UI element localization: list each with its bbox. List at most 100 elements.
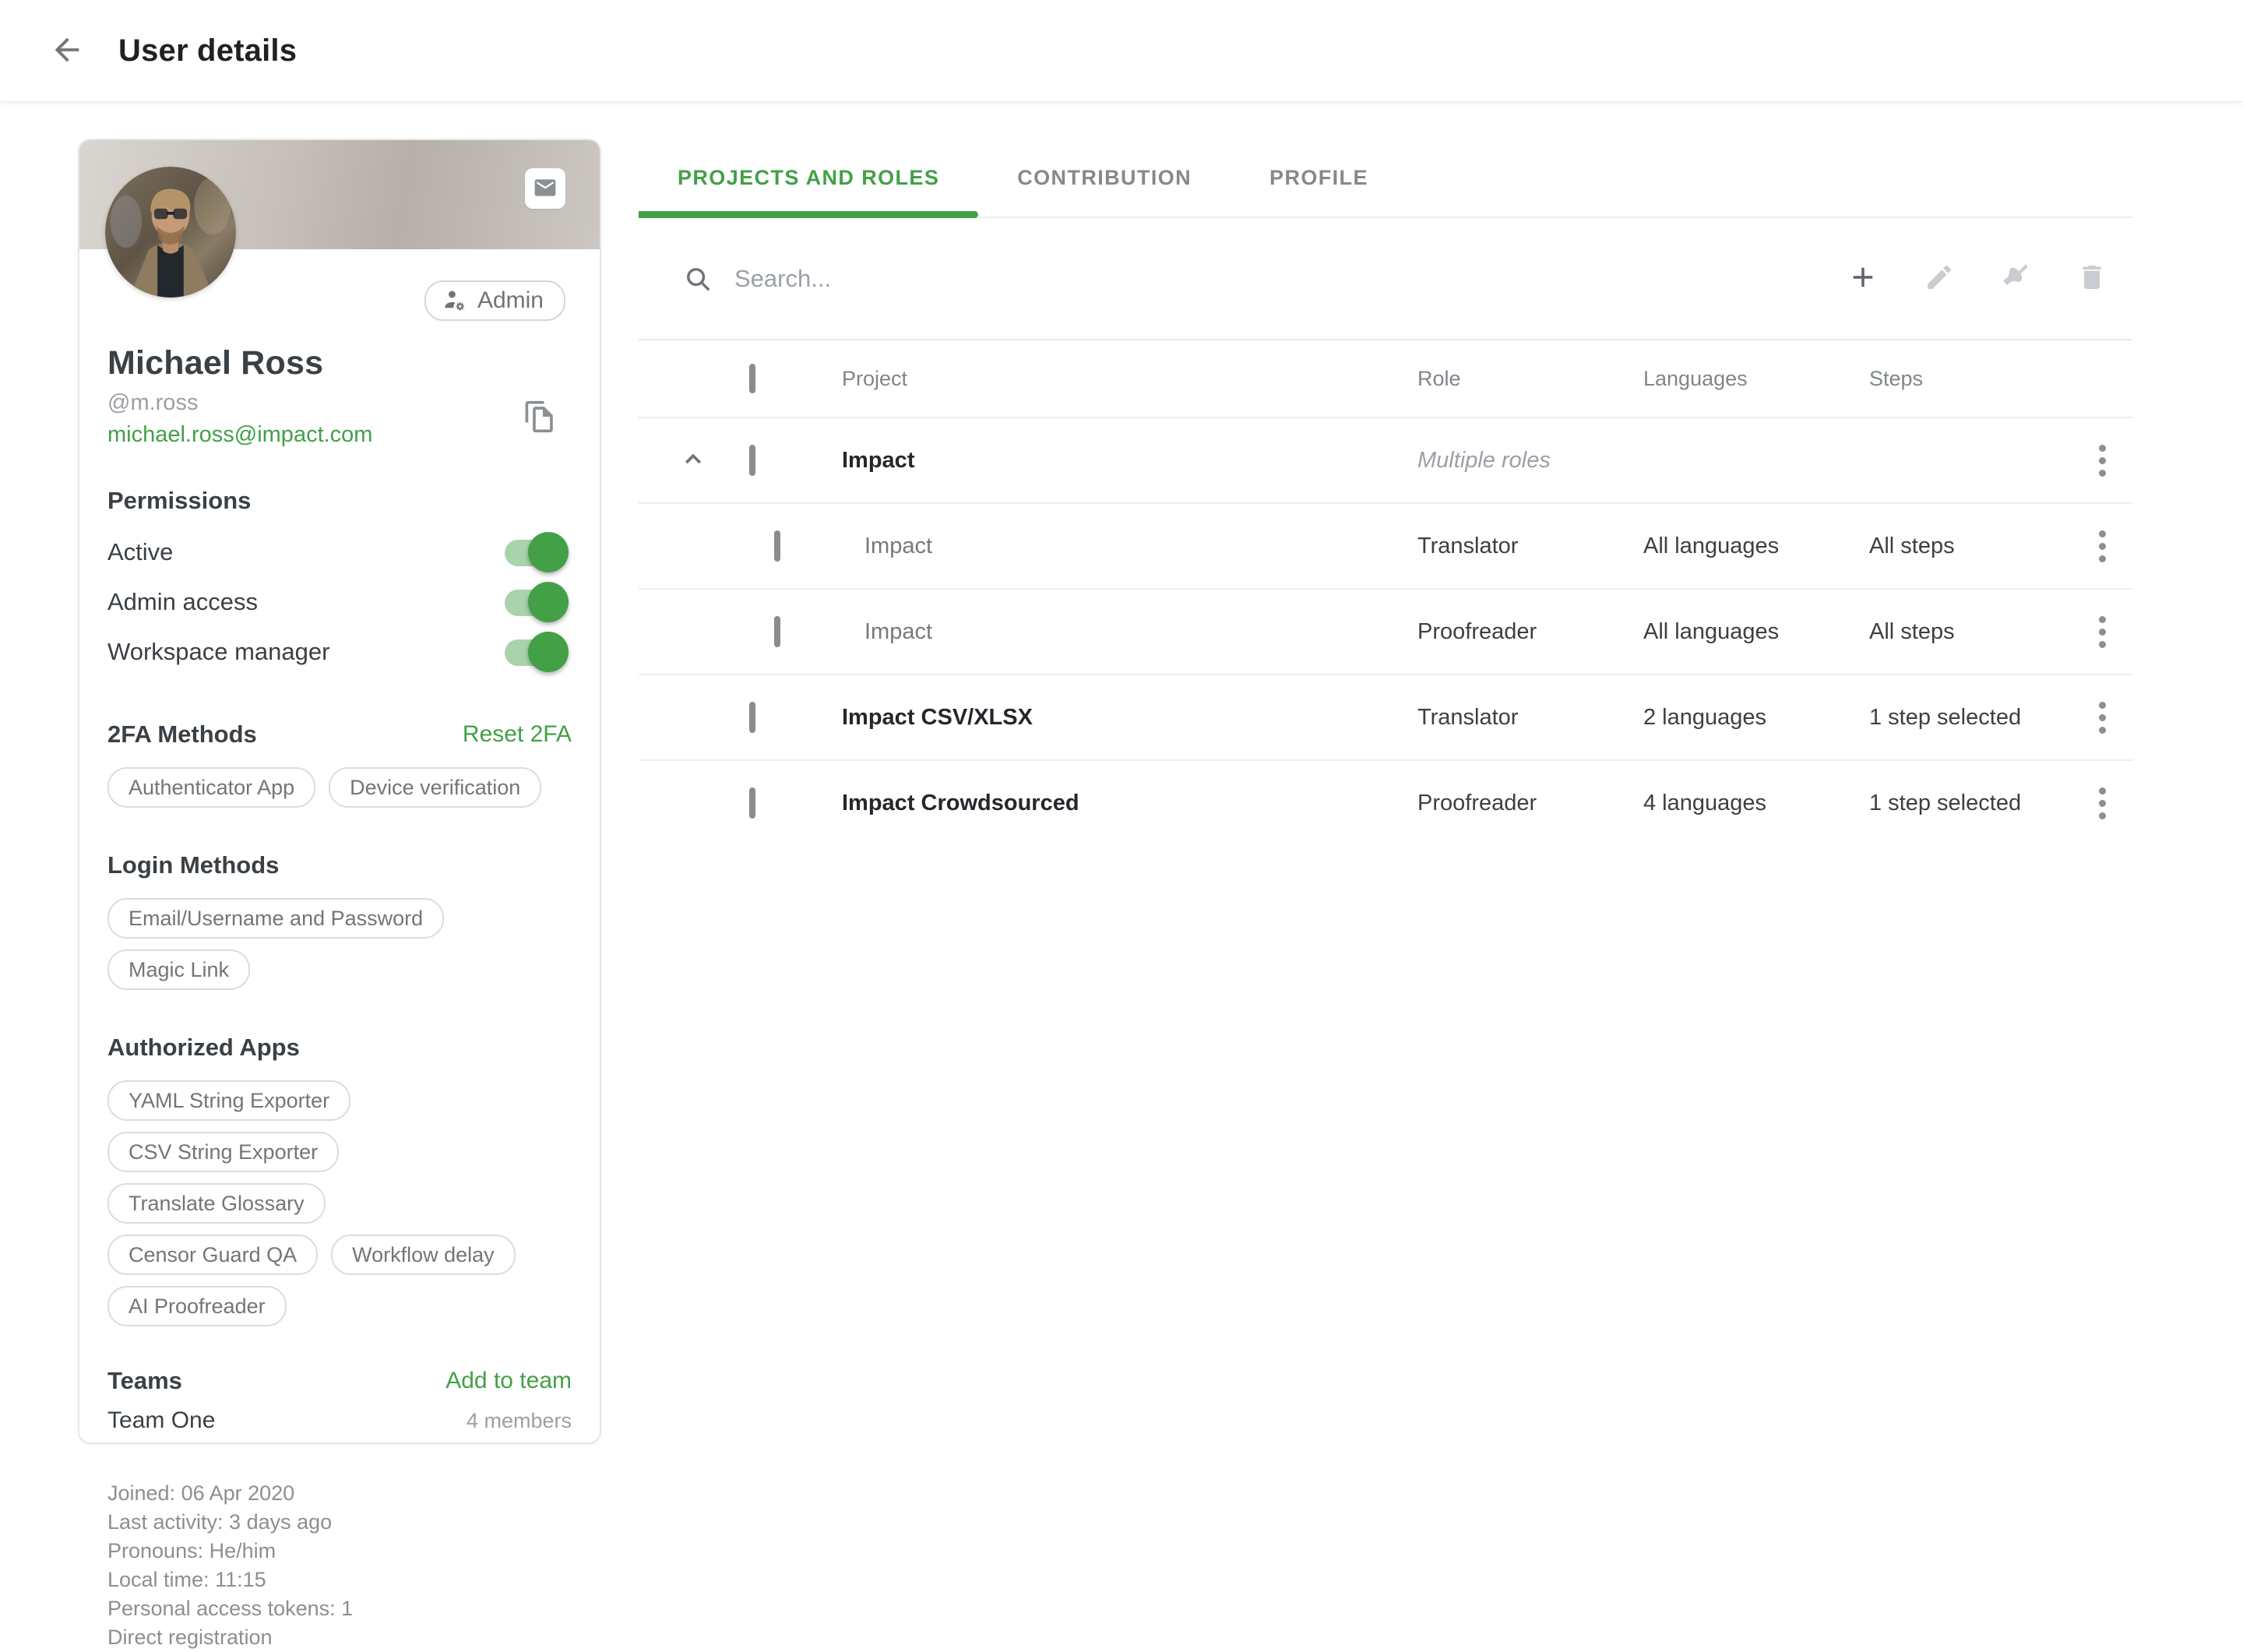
plus-icon bbox=[1847, 261, 1879, 296]
languages-value: 2 languages bbox=[1643, 705, 1869, 731]
search-input[interactable] bbox=[733, 264, 1437, 294]
broom-icon bbox=[1999, 261, 2032, 296]
project-name: Impact Crowdsourced bbox=[833, 791, 1417, 816]
column-steps: Steps bbox=[1869, 367, 2072, 391]
collapse-group-button[interactable] bbox=[671, 439, 715, 482]
twofa-heading: 2FA Methods bbox=[107, 720, 257, 749]
role-value: Proofreader bbox=[1417, 791, 1643, 816]
row-checkbox[interactable] bbox=[774, 616, 780, 647]
tab-projects-and-roles[interactable]: PROJECTS AND ROLES bbox=[639, 139, 978, 217]
authorized-apps-heading: Authorized Apps bbox=[107, 1034, 572, 1062]
table-row-impact-group: Impact Multiple roles bbox=[639, 418, 2132, 504]
chip-email-password: Email/Username and Password bbox=[107, 898, 444, 939]
row-menu-button[interactable] bbox=[2090, 435, 2115, 486]
permissions-heading: Permissions bbox=[107, 487, 572, 515]
row-menu-button[interactable] bbox=[2090, 521, 2115, 572]
role-value: Proofreader bbox=[1417, 619, 1643, 645]
meta-last-activity: Last activity: 3 days ago bbox=[107, 1508, 572, 1537]
permission-label: Active bbox=[107, 538, 173, 566]
delete-button[interactable] bbox=[2067, 254, 2117, 304]
row-checkbox[interactable] bbox=[774, 530, 780, 562]
table-toolbar bbox=[639, 218, 2132, 340]
chip-authenticator-app: Authenticator App bbox=[107, 767, 315, 808]
row-menu-button[interactable] bbox=[2090, 692, 2115, 743]
chip-ai-proofreader: AI Proofreader bbox=[107, 1286, 287, 1326]
user-gear-icon bbox=[442, 287, 468, 314]
tab-profile[interactable]: PROFILE bbox=[1231, 139, 1407, 217]
send-email-button[interactable] bbox=[525, 168, 565, 209]
copy-email-button[interactable] bbox=[520, 399, 558, 436]
chip-translate-glossary: Translate Glossary bbox=[107, 1183, 326, 1224]
add-to-team-link[interactable]: Add to team bbox=[445, 1368, 572, 1394]
meta-joined: Joined: 06 Apr 2020 bbox=[107, 1479, 572, 1508]
profile-card: Admin Michael Ross @m.ross michael.ross@… bbox=[78, 139, 601, 1444]
row-checkbox[interactable] bbox=[749, 702, 755, 733]
column-languages: Languages bbox=[1643, 367, 1869, 391]
permission-label: Workspace manager bbox=[107, 638, 329, 666]
row-menu-button[interactable] bbox=[2090, 607, 2115, 657]
permission-row-active: Active bbox=[107, 527, 572, 577]
project-name: Impact CSV/XLSX bbox=[833, 705, 1417, 731]
row-menu-button[interactable] bbox=[2090, 778, 2115, 829]
user-email-link[interactable]: michael.ross@impact.com bbox=[107, 422, 372, 448]
permissions-list: Active Admin access Workspace manager bbox=[107, 527, 572, 677]
team-row: Team One 4 members bbox=[107, 1407, 572, 1434]
user-handle: @m.ross bbox=[107, 390, 572, 416]
search-icon bbox=[683, 264, 713, 294]
page-title: User details bbox=[118, 33, 297, 69]
chip-device-verification: Device verification bbox=[329, 767, 541, 808]
toggle-workspace-manager[interactable] bbox=[505, 632, 567, 672]
chip-magic-link: Magic Link bbox=[107, 949, 250, 990]
reset-2fa-link[interactable]: Reset 2FA bbox=[463, 721, 572, 748]
select-all-checkbox[interactable] bbox=[749, 364, 755, 393]
avatar bbox=[105, 167, 236, 298]
steps-value: 1 step selected bbox=[1869, 705, 2072, 731]
edit-button[interactable] bbox=[1914, 254, 1964, 304]
login-methods-heading: Login Methods bbox=[107, 851, 572, 879]
twofa-header-row: 2FA Methods Reset 2FA bbox=[107, 720, 572, 749]
toggle-active[interactable] bbox=[505, 532, 567, 572]
add-button[interactable] bbox=[1838, 254, 1888, 304]
table-row-impact-crowdsourced: Impact Crowdsourced Proofreader 4 langua… bbox=[639, 761, 2132, 845]
back-button[interactable] bbox=[45, 29, 89, 72]
role-value: Multiple roles bbox=[1417, 448, 1643, 474]
languages-value: All languages bbox=[1643, 534, 1869, 559]
app-header: User details bbox=[0, 0, 2243, 101]
project-name: Impact bbox=[833, 534, 1417, 559]
clear-filters-button[interactable] bbox=[1991, 254, 2041, 304]
row-checkbox[interactable] bbox=[749, 787, 755, 819]
copy-icon bbox=[522, 400, 556, 436]
steps-value: 1 step selected bbox=[1869, 791, 2072, 816]
trash-icon bbox=[2076, 262, 2107, 295]
twofa-chips: Authenticator App Device verification bbox=[107, 767, 572, 808]
chip-workflow-delay: Workflow delay bbox=[331, 1235, 516, 1275]
authorized-app-chips: YAML String Exporter CSV String Exporter… bbox=[107, 1080, 544, 1326]
user-meta: Joined: 06 Apr 2020 Last activity: 3 day… bbox=[107, 1479, 572, 1652]
envelope-icon bbox=[533, 175, 558, 203]
meta-access-tokens: Personal access tokens: 1 bbox=[107, 1594, 572, 1623]
languages-value: All languages bbox=[1643, 619, 1869, 645]
chip-censor-guard-qa: Censor Guard QA bbox=[107, 1235, 318, 1275]
languages-value: 4 languages bbox=[1643, 791, 1869, 816]
meta-registration: Direct registration bbox=[107, 1623, 572, 1652]
tab-bar: PROJECTS AND ROLES CONTRIBUTION PROFILE bbox=[639, 139, 2132, 218]
team-members-count: 4 members bbox=[467, 1409, 572, 1433]
teams-heading: Teams bbox=[107, 1367, 182, 1395]
permission-label: Admin access bbox=[107, 588, 258, 616]
pencil-icon bbox=[1924, 262, 1955, 295]
column-project: Project bbox=[833, 367, 1417, 391]
login-method-chips: Email/Username and Password Magic Link bbox=[107, 898, 572, 990]
toggle-admin-access[interactable] bbox=[505, 582, 567, 622]
arrow-left-icon bbox=[49, 32, 85, 70]
user-name: Michael Ross bbox=[107, 344, 572, 382]
teams-header-row: Teams Add to team bbox=[107, 1367, 572, 1395]
admin-badge: Admin bbox=[424, 280, 565, 321]
chip-yaml-string-exporter: YAML String Exporter bbox=[107, 1080, 350, 1121]
tab-contribution[interactable]: CONTRIBUTION bbox=[978, 139, 1231, 217]
table-row-impact-translator: Impact Translator All languages All step… bbox=[639, 504, 2132, 590]
steps-value: All steps bbox=[1869, 619, 2072, 645]
steps-value: All steps bbox=[1869, 534, 2072, 559]
chip-csv-string-exporter: CSV String Exporter bbox=[107, 1132, 339, 1172]
permission-row-workspace-manager: Workspace manager bbox=[107, 627, 572, 677]
row-checkbox[interactable] bbox=[749, 445, 755, 476]
